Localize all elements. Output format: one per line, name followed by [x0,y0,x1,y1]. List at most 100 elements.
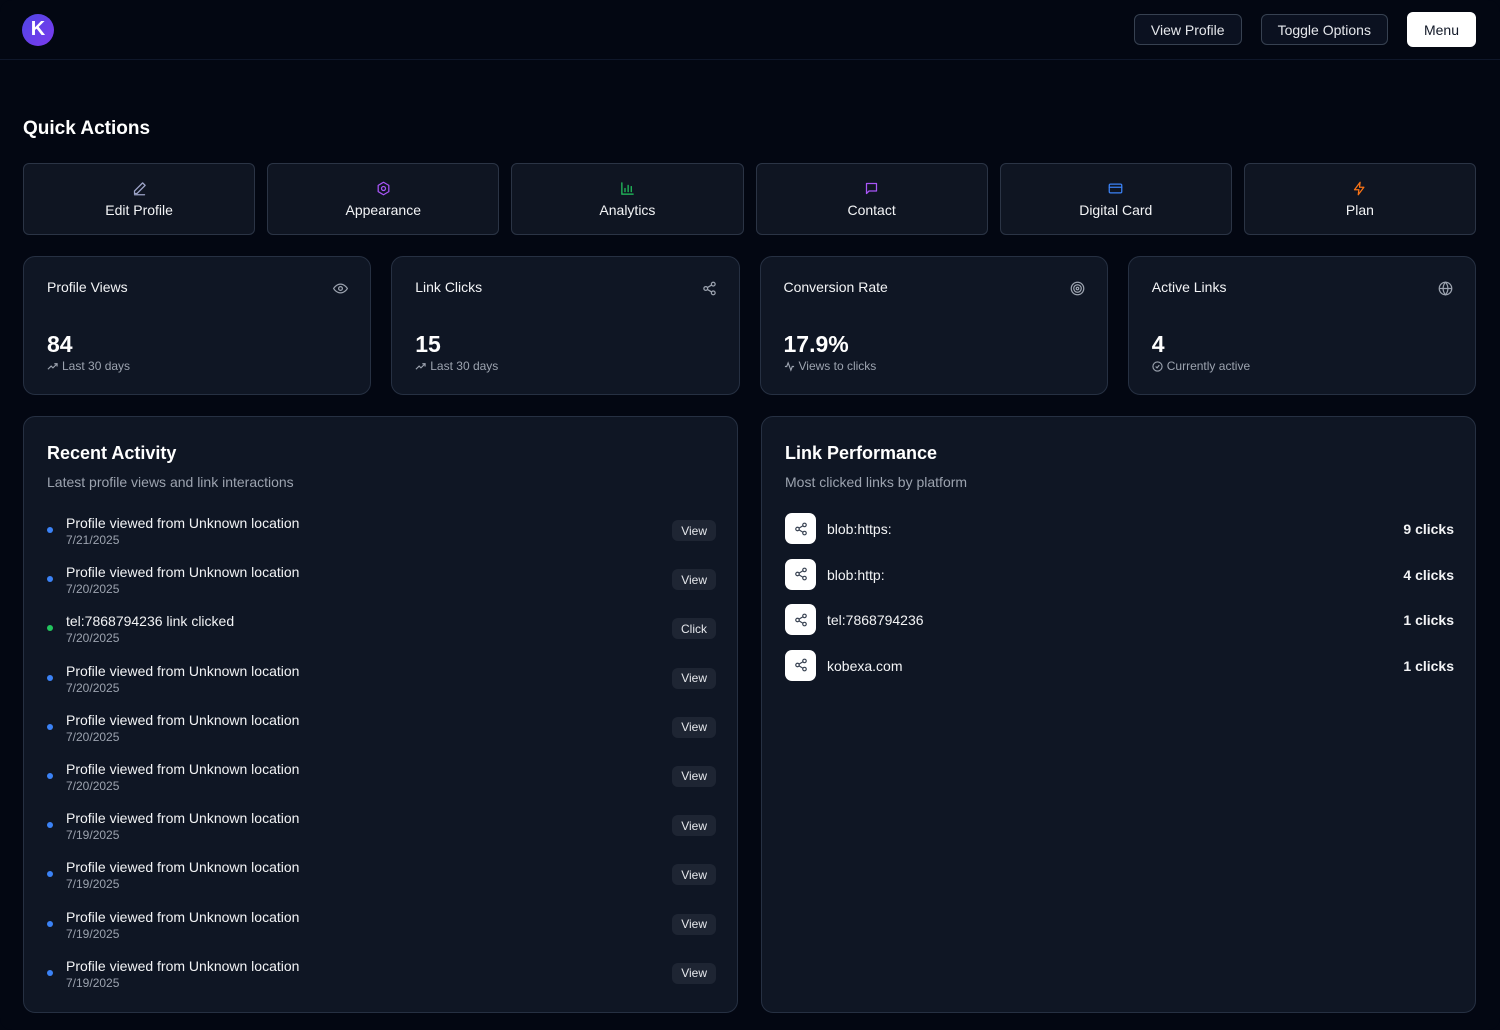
link-name: kobexa.com [827,657,903,674]
stat-card-link-clicks: Link Clicks 15 Last 30 days [391,256,740,395]
menu-button[interactable]: Menu [1406,12,1476,47]
status-dot [47,822,53,829]
activity-badge: View [672,962,716,984]
link-item[interactable]: kobexa.com 1 clicks [785,649,1454,696]
activity-badge: View [672,765,716,787]
share-icon [794,658,807,672]
activity-text: Profile viewed from Unknown location [66,957,300,974]
link-icon-box [785,649,816,681]
activity-badge: Click [672,618,716,640]
recent-activity-subtitle: Latest profile views and link interactio… [47,474,294,490]
link-clicks: 9 clicks [1403,521,1454,537]
trending-up-icon [415,362,426,370]
quick-action-label: Appearance [345,201,422,218]
status-dot [47,723,53,730]
activity-item: Profile viewed from Unknown location 7/19… [47,859,716,908]
activity-date: 7/21/2025 [66,533,120,547]
stat-value: 15 [415,331,441,357]
recent-activity-panel: Recent Activity Latest profile views and… [23,416,738,1013]
stat-subtitle-text: Last 30 days [62,359,131,373]
activity-icon [784,360,794,372]
activity-text: Profile viewed from Unknown location [66,564,300,581]
stat-value: 17.9% [783,331,849,357]
status-dot [47,871,53,878]
quick-action-digital-card[interactable]: Digital Card [999,163,1232,235]
link-icon-box [785,513,816,544]
stat-card-profile-views: Profile Views 84 Last 30 days [23,256,372,395]
activity-badge: View [672,716,716,738]
activity-item: Profile viewed from Unknown location 7/19… [47,909,716,958]
globe-icon [1438,281,1453,296]
quick-action-label: Analytics [599,201,656,218]
stat-title: Active Links [1151,279,1227,295]
activity-list: Profile viewed from Unknown location 7/21… [47,515,716,1007]
message-icon [865,182,878,194]
link-clicks: 1 clicks [1403,612,1454,628]
link-name: tel:7868794236 [827,612,924,628]
link-clicks: 4 clicks [1403,566,1454,583]
stat-subtitle: Last 30 days [415,359,498,373]
trending-up-icon [47,362,58,370]
status-dot [47,625,53,632]
link-performance-subtitle: Most clicked links by platform [785,474,968,490]
activity-date: 7/19/2025 [66,926,120,941]
activity-text: Profile viewed from Unknown location [66,810,300,827]
link-icon-box [785,604,816,635]
link-performance-panel: Link Performance Most clicked links by p… [761,416,1476,1013]
stat-subtitle-text: Last 30 days [430,359,499,373]
zap-icon [1354,181,1365,195]
activity-badge: View [672,520,716,541]
quick-action-contact[interactable]: Contact [755,163,988,235]
activity-badge: View [672,815,716,837]
link-name: blob:https: [827,521,892,537]
toggle-options-button[interactable]: Toggle Options [1260,14,1388,45]
target-icon [1070,281,1085,296]
activity-text: Profile viewed from Unknown location [66,515,300,531]
activity-text: Profile viewed from Unknown location [66,859,300,876]
link-clicks: 1 clicks [1403,657,1454,674]
activity-date: 7/20/2025 [66,631,120,646]
link-item[interactable]: blob:https: 9 clicks [785,513,1454,559]
share-icon [702,281,716,296]
activity-date: 7/20/2025 [66,778,120,793]
stats-row: Profile Views 84 Last 30 days Link Click… [23,256,1476,395]
activity-text: Profile viewed from Unknown location [66,908,300,925]
status-dot [47,772,53,779]
share-icon [794,522,807,535]
stat-subtitle: Views to clicks [784,359,877,373]
app-frame: K View Profile Toggle Options Menu Quick… [0,0,1500,1030]
stat-title: Profile Views [47,279,128,295]
bar-chart-icon [621,181,634,195]
activity-text: tel:7868794236 link clicked [66,613,235,630]
quick-actions-title: Quick Actions [23,118,151,139]
activity-item: Profile viewed from Unknown location 7/20… [47,663,716,712]
quick-action-appearance[interactable]: Appearance [267,163,500,235]
quick-action-label: Edit Profile [105,201,173,218]
activity-item: Profile viewed from Unknown location 7/20… [47,712,716,761]
status-dot [47,920,53,927]
activity-date: 7/20/2025 [66,729,120,744]
stat-card-conversion-rate: Conversion Rate 17.9% Views to clicks [759,256,1108,395]
activity-date: 7/19/2025 [66,975,120,990]
quick-action-edit-profile[interactable]: Edit Profile [23,163,256,235]
activity-text: Profile viewed from Unknown location [66,662,300,679]
link-item[interactable]: blob:http: 4 clicks [785,558,1454,605]
activity-badge: View [672,667,716,689]
share-icon [794,613,807,626]
activity-item: Profile viewed from Unknown location 7/20… [47,564,716,613]
link-item[interactable]: tel:7868794236 1 clicks [785,604,1454,650]
view-profile-button[interactable]: View Profile [1133,14,1242,45]
activity-item: Profile viewed from Unknown location 7/20… [47,761,716,810]
activity-date: 7/19/2025 [66,828,120,843]
quick-action-label: Plan [1345,201,1374,218]
activity-date: 7/19/2025 [66,877,120,892]
quick-action-analytics[interactable]: Analytics [511,163,744,235]
stat-subtitle-text: Currently active [1166,359,1251,373]
activity-text: Profile viewed from Unknown location [66,760,300,777]
logo[interactable]: K [22,13,54,46]
stat-subtitle-text: Views to clicks [798,359,877,373]
activity-date: 7/20/2025 [66,582,120,597]
quick-actions-row: Edit Profile Appearance Analytics Contac… [23,163,1477,235]
link-icon-box [785,558,816,590]
quick-action-plan[interactable]: Plan [1243,163,1477,235]
